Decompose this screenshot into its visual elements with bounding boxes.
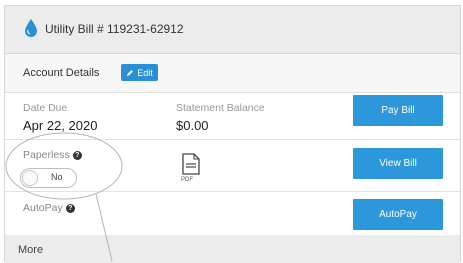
callout-overlay — [5, 132, 123, 261]
callout-circle — [5, 132, 123, 200]
callout-pointer-line — [95, 193, 113, 261]
